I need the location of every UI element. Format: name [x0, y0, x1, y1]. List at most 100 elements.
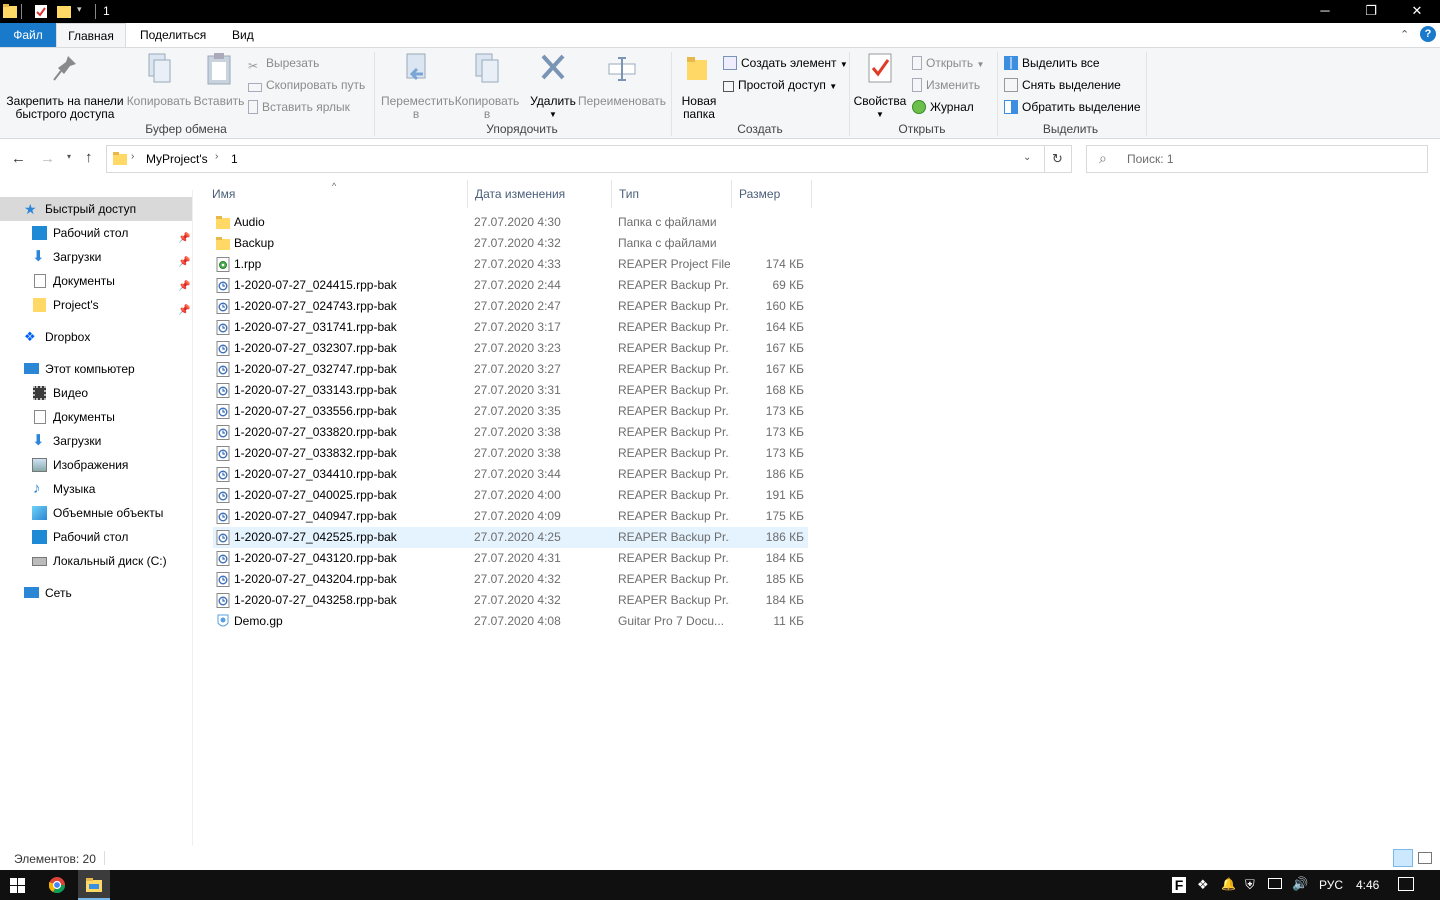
- notification-tray-icon[interactable]: 🔔: [1221, 877, 1236, 891]
- nav-quick-documents[interactable]: Документы 📌: [0, 269, 192, 293]
- paste-shortcut-button[interactable]: Вставить ярлык: [248, 97, 350, 117]
- network-tray-icon[interactable]: [1268, 878, 1282, 889]
- new-item-button[interactable]: Создать элемент ▼: [723, 53, 848, 73]
- file-row[interactable]: 1-2020-07-27_034410.rpp-bak 27.07.2020 3:…: [213, 464, 808, 485]
- chrome-icon[interactable]: [49, 877, 65, 893]
- nav-pc-music[interactable]: ♪ Музыка: [0, 477, 192, 501]
- maximize-button[interactable]: ❐: [1348, 0, 1394, 23]
- nav-pc-3d-objects[interactable]: Объемные объекты: [0, 501, 192, 525]
- cut-button[interactable]: ✂ Вырезать: [248, 53, 319, 73]
- file-row[interactable]: 1-2020-07-27_032307.rpp-bak 27.07.2020 3:…: [213, 338, 808, 359]
- nav-pc-video[interactable]: Видео: [0, 381, 192, 405]
- nav-network[interactable]: Сеть: [0, 581, 192, 605]
- address-bar[interactable]: › MyProject's › 1 ⌄ ↻: [106, 145, 1072, 173]
- large-icons-view-icon[interactable]: [1418, 852, 1432, 864]
- properties-dropdown-icon[interactable]: ▼: [853, 108, 907, 121]
- rename-button[interactable]: Переименовать: [578, 52, 666, 108]
- dropbox-tray-icon[interactable]: ❖: [1197, 877, 1209, 893]
- action-center-icon[interactable]: [1398, 877, 1414, 891]
- file-row[interactable]: 1-2020-07-27_040025.rpp-bak 27.07.2020 4:…: [213, 485, 808, 506]
- edit-button[interactable]: Изменить: [912, 75, 980, 95]
- file-row[interactable]: 1-2020-07-27_042525.rpp-bak 27.07.2020 4:…: [213, 527, 808, 548]
- nav-pc-pictures[interactable]: Изображения: [0, 453, 192, 477]
- breadcrumb-chevron-icon[interactable]: ›: [215, 151, 218, 162]
- file-row[interactable]: 1-2020-07-27_043204.rpp-bak 27.07.2020 4:…: [213, 569, 808, 590]
- file-row[interactable]: Audio 27.07.2020 4:30 Папка с файлами: [213, 212, 808, 233]
- copy-to-button[interactable]: Копировать в: [452, 52, 522, 121]
- security-shield-icon[interactable]: ⛨: [1245, 877, 1255, 893]
- volume-icon[interactable]: 🔊: [1292, 876, 1308, 892]
- back-arrow-icon[interactable]: ←: [11, 150, 26, 167]
- pin-quick-access-button[interactable]: Закрепить на панели быстрого доступа: [4, 52, 126, 121]
- file-row[interactable]: 1-2020-07-27_032747.rpp-bak 27.07.2020 3:…: [213, 359, 808, 380]
- nav-quick-access[interactable]: ★ Быстрый доступ: [0, 197, 192, 221]
- minimize-button[interactable]: ─: [1302, 0, 1348, 23]
- nav-quick-downloads[interactable]: ⬇ Загрузки 📌: [0, 245, 192, 269]
- close-button[interactable]: ✕: [1394, 0, 1440, 23]
- invert-selection-button[interactable]: Обратить выделение: [1004, 97, 1141, 117]
- new-folder-button[interactable]: Новая папка: [676, 52, 722, 121]
- nav-quick-desktop[interactable]: Рабочий стол 📌: [0, 221, 192, 245]
- recent-locations-icon[interactable]: ▾: [67, 152, 71, 161]
- move-to-button[interactable]: Переместить в: [378, 52, 455, 121]
- nav-pc-desktop[interactable]: Рабочий стол: [0, 525, 192, 549]
- tab-share[interactable]: Поделиться: [130, 23, 216, 47]
- properties-button[interactable]: Свойства ▼: [853, 52, 907, 121]
- breadcrumb-item-1[interactable]: 1: [231, 152, 238, 166]
- column-header-date[interactable]: Дата изменения: [468, 180, 612, 208]
- properties-qa-icon[interactable]: [34, 4, 48, 19]
- search-box[interactable]: ⌕ Поиск: 1: [1086, 145, 1428, 173]
- collapse-ribbon-icon[interactable]: ⌃: [1400, 28, 1409, 41]
- easy-access-button[interactable]: Простой доступ ▼: [723, 75, 837, 95]
- paste-button[interactable]: Вставить: [193, 52, 245, 108]
- file-row[interactable]: Backup 27.07.2020 4:32 Папка с файлами: [213, 233, 808, 254]
- open-button[interactable]: Открыть ▼: [912, 53, 984, 73]
- file-row[interactable]: 1-2020-07-27_033820.rpp-bak 27.07.2020 3:…: [213, 422, 808, 443]
- nav-pc-downloads[interactable]: ⬇ Загрузки: [0, 429, 192, 453]
- forward-arrow-icon[interactable]: →: [40, 150, 55, 167]
- delete-button[interactable]: Удалить ▼: [529, 52, 577, 121]
- language-indicator[interactable]: РУС: [1319, 878, 1343, 892]
- nav-this-pc[interactable]: Этот компьютер: [0, 357, 192, 381]
- file-row[interactable]: 1-2020-07-27_033832.rpp-bak 27.07.2020 3:…: [213, 443, 808, 464]
- refresh-icon[interactable]: ↻: [1052, 151, 1063, 167]
- file-row[interactable]: 1-2020-07-27_040947.rpp-bak 27.07.2020 4:…: [213, 506, 808, 527]
- breadcrumb-item-myproject[interactable]: MyProject's: [146, 152, 208, 166]
- explorer-taskbar-button[interactable]: [78, 870, 110, 900]
- tab-view[interactable]: Вид: [222, 23, 264, 47]
- pin-icon[interactable]: 📌: [178, 299, 190, 323]
- history-button[interactable]: Журнал: [912, 97, 974, 117]
- column-header-name[interactable]: Имя ^: [205, 180, 468, 208]
- address-dropdown-icon[interactable]: ⌄: [1023, 152, 1031, 163]
- clock[interactable]: 4:46: [1356, 878, 1379, 892]
- file-row[interactable]: 1-2020-07-27_031741.rpp-bak 27.07.2020 3:…: [213, 317, 808, 338]
- select-none-button[interactable]: Снять выделение: [1004, 75, 1121, 95]
- file-row[interactable]: 1.rpp 27.07.2020 4:33 REAPER Project File 1…: [213, 254, 808, 275]
- details-view-icon[interactable]: [1393, 849, 1413, 867]
- file-row[interactable]: 1-2020-07-27_024415.rpp-bak 27.07.2020 2:…: [213, 275, 808, 296]
- column-header-type[interactable]: Тип: [612, 180, 732, 208]
- qa-customize-icon[interactable]: ▾: [77, 4, 82, 19]
- nav-pc-documents[interactable]: Документы: [0, 405, 192, 429]
- breadcrumb-chevron-icon[interactable]: ›: [131, 151, 134, 162]
- file-row[interactable]: 1-2020-07-27_033143.rpp-bak 27.07.2020 3:…: [213, 380, 808, 401]
- help-icon[interactable]: ?: [1420, 26, 1436, 42]
- delete-dropdown-icon[interactable]: ▼: [529, 108, 577, 121]
- nav-dropbox[interactable]: ❖ Dropbox: [0, 325, 192, 349]
- nav-pc-local-disk[interactable]: Локальный диск (C:): [0, 549, 192, 573]
- tab-file[interactable]: Файл: [0, 23, 56, 47]
- file-row[interactable]: 1-2020-07-27_033556.rpp-bak 27.07.2020 3:…: [213, 401, 808, 422]
- f-app-tray-icon[interactable]: F: [1172, 877, 1186, 893]
- tab-home[interactable]: Главная: [56, 23, 126, 48]
- select-all-button[interactable]: Выделить все: [1004, 53, 1100, 73]
- copy-path-button[interactable]: Скопировать путь: [248, 75, 365, 95]
- file-row[interactable]: 1-2020-07-27_043258.rpp-bak 27.07.2020 4:…: [213, 590, 808, 611]
- windows-start-icon[interactable]: [10, 878, 25, 893]
- column-header-size[interactable]: Размер: [732, 180, 812, 208]
- nav-quick-projects[interactable]: Project's 📌: [0, 293, 192, 317]
- copy-button[interactable]: Копировать: [126, 52, 192, 108]
- file-row[interactable]: 1-2020-07-27_043120.rpp-bak 27.07.2020 4:…: [213, 548, 808, 569]
- file-row[interactable]: 1-2020-07-27_024743.rpp-bak 27.07.2020 2:…: [213, 296, 808, 317]
- new-folder-qa-icon[interactable]: [57, 4, 71, 19]
- file-row[interactable]: Demo.gp 27.07.2020 4:08 Guitar Pro 7 Docu.…: [213, 611, 808, 632]
